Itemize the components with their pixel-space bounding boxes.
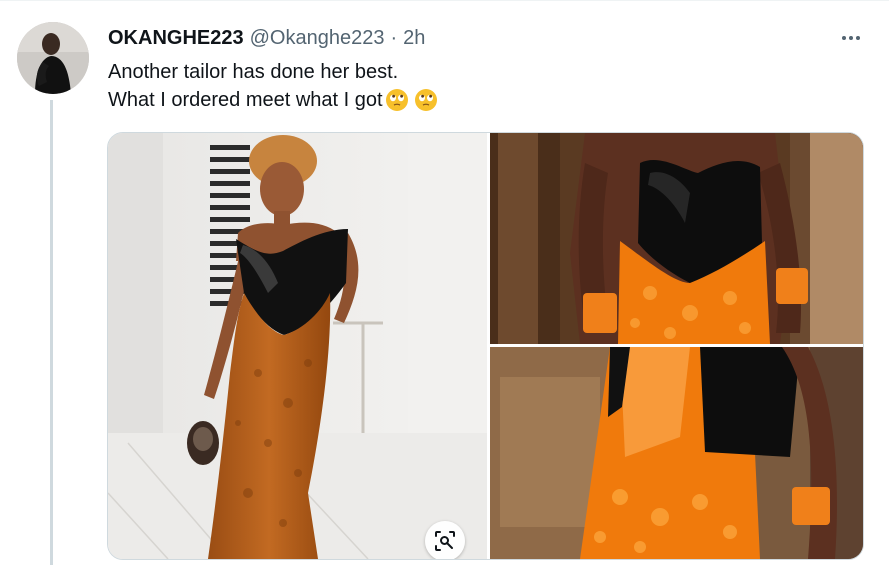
visual-search-button[interactable] <box>425 521 465 559</box>
more-dot <box>849 36 853 40</box>
tweet-text-line2: What I ordered meet what I got <box>108 89 383 111</box>
photo-received-dress-front[interactable] <box>490 133 863 344</box>
more-dot <box>856 36 860 40</box>
tweet-text-line: Another tailor has done her best. <box>108 58 828 86</box>
top-divider <box>0 0 889 1</box>
tweet-text-line1: Another tailor has done her best. <box>108 61 399 83</box>
tweet-text: Another tailor has done her best. What I… <box>108 58 828 114</box>
display-name[interactable]: OKANGHE223 <box>108 27 244 50</box>
visual-search-icon <box>435 531 455 551</box>
tweet-text-line: What I ordered meet what I got <box>108 86 828 114</box>
avatar[interactable] <box>17 22 89 94</box>
separator-dot: · <box>390 26 398 49</box>
timestamp[interactable]: 2h <box>403 27 425 50</box>
tweet-header: OKANGHE223 @Okanghe223 · 2h <box>108 26 425 50</box>
face-with-rolling-eyes-emoji <box>414 89 437 111</box>
face-with-rolling-eyes-emoji <box>385 89 408 111</box>
more-horizontal-icon <box>842 36 846 40</box>
photo-received-dress-back[interactable] <box>490 347 863 559</box>
user-handle[interactable]: @Okanghe223 <box>250 27 385 50</box>
photo-ordered-dress[interactable] <box>108 133 487 559</box>
media-grid <box>107 132 864 560</box>
more-options-button[interactable] <box>835 24 867 52</box>
thread-line <box>50 100 53 565</box>
